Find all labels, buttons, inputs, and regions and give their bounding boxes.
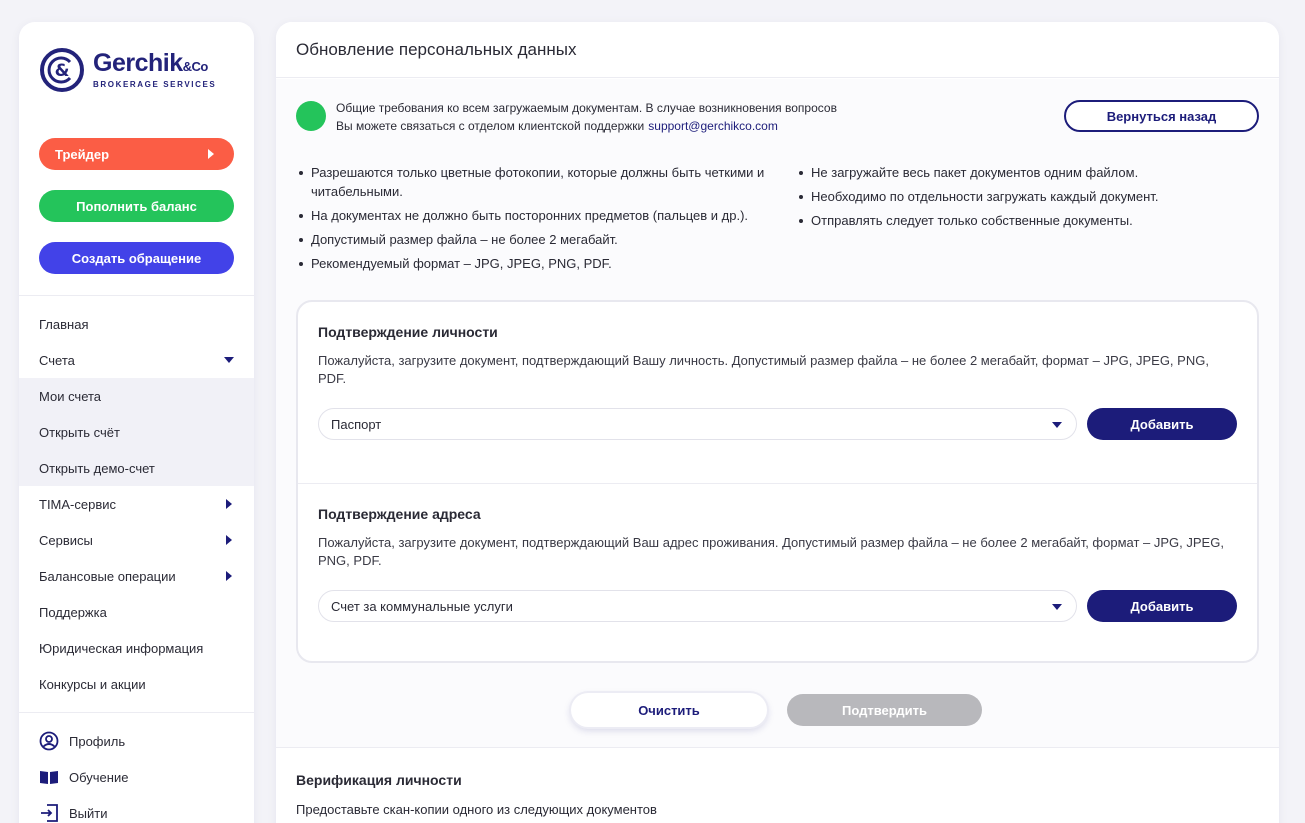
rule-item: Рекомендуемый формат – JPG, JPEG, PNG, P…	[297, 254, 767, 273]
support-email-link[interactable]: support@gerchikco.com	[648, 119, 778, 133]
address-document-select[interactable]: Счет за коммунальные услуги	[318, 590, 1077, 622]
sidebar-divider	[19, 712, 254, 713]
identity-title: Подтверждение личности	[318, 324, 498, 340]
rule-item: Необходимо по отдельности загружать кажд…	[797, 187, 1247, 206]
sidebar-menu: Главная Счета Мои счета Открыть счёт Отк…	[19, 306, 254, 702]
identity-section: Подтверждение личности Пожалуйста, загру…	[298, 302, 1257, 482]
sidebar-item-services[interactable]: Сервисы	[19, 522, 254, 558]
sidebar-item-education[interactable]: Обучение	[19, 759, 254, 795]
sidebar-item-open-account[interactable]: Открыть счёт	[19, 414, 254, 450]
sidebar-item-home[interactable]: Главная	[19, 306, 254, 342]
book-icon	[40, 771, 58, 784]
rule-item: Разрешаются только цветные фотокопии, ко…	[297, 163, 767, 201]
documents-card: Подтверждение личности Пожалуйста, загру…	[296, 300, 1259, 663]
sidebar-divider	[19, 295, 254, 296]
sidebar-item-contests[interactable]: Конкурсы и акции	[19, 666, 254, 702]
verification-description: Предоставьте скан-копии одного из следую…	[296, 802, 657, 817]
sidebar-item-my-accounts[interactable]: Мои счета	[19, 378, 254, 414]
chevron-down-icon	[224, 357, 234, 363]
rules-list-left: Разрешаются только цветные фотокопии, ко…	[297, 163, 767, 278]
logo[interactable]: & Gerchik&Co BROKERAGE SERVICES	[39, 47, 216, 93]
info-text: Общие требования ко всем загружаемым док…	[336, 101, 837, 133]
content: Общие требования ко всем загружаемым док…	[276, 79, 1279, 823]
chevron-down-icon	[1052, 604, 1062, 610]
clear-button[interactable]: Очистить	[571, 693, 767, 727]
identity-description: Пожалуйста, загрузите документ, подтверж…	[318, 353, 1209, 386]
sidebar-item-balance-ops[interactable]: Балансовые операции	[19, 558, 254, 594]
rule-item: На документах не должно быть посторонних…	[297, 206, 767, 225]
sidebar-bottom-menu: Профиль Обучение Выйти	[19, 723, 254, 823]
sidebar-item-profile[interactable]: Профиль	[19, 723, 254, 759]
chevron-right-icon	[226, 535, 232, 545]
trader-button[interactable]: Трейдер	[39, 138, 234, 170]
verification-section: Верификация личности Предоставьте скан-к…	[276, 747, 1279, 823]
sidebar: & Gerchik&Co BROKERAGE SERVICES Трейдер …	[19, 22, 254, 823]
create-ticket-button[interactable]: Создать обращение	[39, 242, 234, 274]
rules-list-right: Не загружайте весь пакет документов одни…	[797, 163, 1247, 235]
sidebar-item-logout[interactable]: Выйти	[19, 795, 254, 823]
sidebar-item-open-demo[interactable]: Открыть демо-счет	[19, 450, 254, 486]
page-title: Обновление персональных данных	[276, 22, 1279, 78]
main-panel: Обновление персональных данных Общие тре…	[276, 22, 1279, 823]
confirm-button[interactable]: Подтвердить	[787, 694, 982, 726]
address-description: Пожалуйста, загрузите документ, подтверж…	[318, 535, 1224, 568]
svg-text:&: &	[55, 61, 70, 81]
chevron-right-icon	[226, 499, 232, 509]
back-button[interactable]: Вернуться назад	[1064, 100, 1259, 132]
rule-item: Отправлять следует только собственные до…	[797, 211, 1247, 230]
identity-add-button[interactable]: Добавить	[1087, 408, 1237, 440]
rule-item: Допустимый размер файла – не более 2 мег…	[297, 230, 767, 249]
topup-balance-button[interactable]: Пополнить баланс	[39, 190, 234, 222]
address-title: Подтверждение адреса	[318, 506, 481, 522]
trader-button-label: Трейдер	[55, 146, 110, 162]
brand-name: Gerchik&Co	[93, 49, 208, 77]
gerchik-logo-icon: &	[40, 48, 84, 92]
sidebar-item-legal[interactable]: Юридическая информация	[19, 630, 254, 666]
chevron-down-icon	[1052, 422, 1062, 428]
rule-item: Не загружайте весь пакет документов одни…	[797, 163, 1247, 182]
logout-icon	[41, 804, 58, 822]
brand-tagline: BROKERAGE SERVICES	[93, 80, 217, 89]
info-status-icon	[296, 101, 326, 131]
address-add-button[interactable]: Добавить	[1087, 590, 1237, 622]
identity-document-select[interactable]: Паспорт	[318, 408, 1077, 440]
verification-title: Верификация личности	[296, 772, 462, 788]
sidebar-item-accounts[interactable]: Счета	[19, 342, 254, 378]
address-section: Подтверждение адреса Пожалуйста, загрузи…	[298, 483, 1257, 661]
sidebar-item-tima[interactable]: TIMA-сервис	[19, 486, 254, 522]
user-circle-icon	[39, 731, 59, 751]
sidebar-item-support[interactable]: Поддержка	[19, 594, 254, 630]
chevron-right-icon	[226, 571, 232, 581]
play-arrow-icon	[208, 149, 214, 159]
